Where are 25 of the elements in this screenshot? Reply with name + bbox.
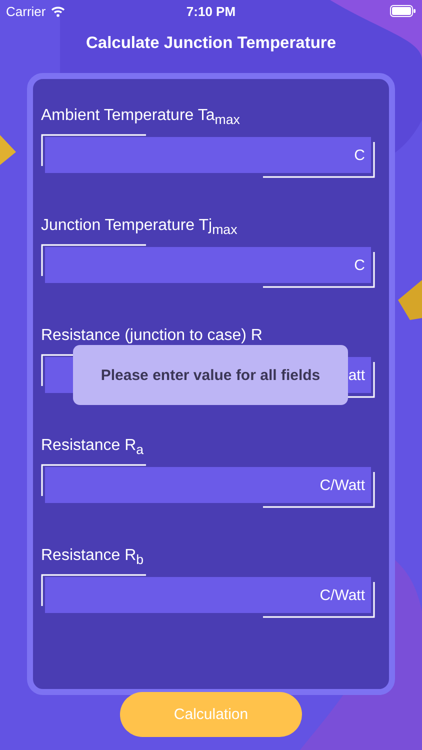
field-label: Ambient Temperature Ta$_{max}$ [41,107,241,130]
corner-bracket-icon [263,142,375,178]
pyramid-icon [0,135,16,165]
input-field[interactable]: C [45,137,371,173]
field-label: Resistance R$_{b}$ [41,547,145,570]
error-toast: Please enter value for all fields [73,345,348,405]
corner-bracket-icon [41,574,146,606]
corner-bracket-icon [41,244,146,276]
wifi-icon [50,6,65,16]
corner-bracket-icon [263,582,375,618]
field-label: Resistance (junction to case) R [41,327,264,346]
corner-bracket-icon [263,472,375,508]
corner-bracket-icon [263,252,375,288]
input-field[interactable]: C/Watt [45,467,371,503]
carrier-name: Carrier [6,4,46,18]
battery-icon [390,5,416,17]
screen-title: Calculate Junction Temperature [84,34,337,54]
corner-bracket-icon [41,134,146,166]
input-field[interactable]: C/Watt [45,577,371,613]
field-label: Resistance R$_{a}$ [41,437,145,460]
corner-bracket-icon [41,464,146,496]
field-label: Junction Temperature Tj$_{max}$ [41,217,238,240]
pyramid-icon [398,280,422,320]
input-field[interactable]: C [45,247,371,283]
status-time: 7:10 PM [186,4,236,18]
